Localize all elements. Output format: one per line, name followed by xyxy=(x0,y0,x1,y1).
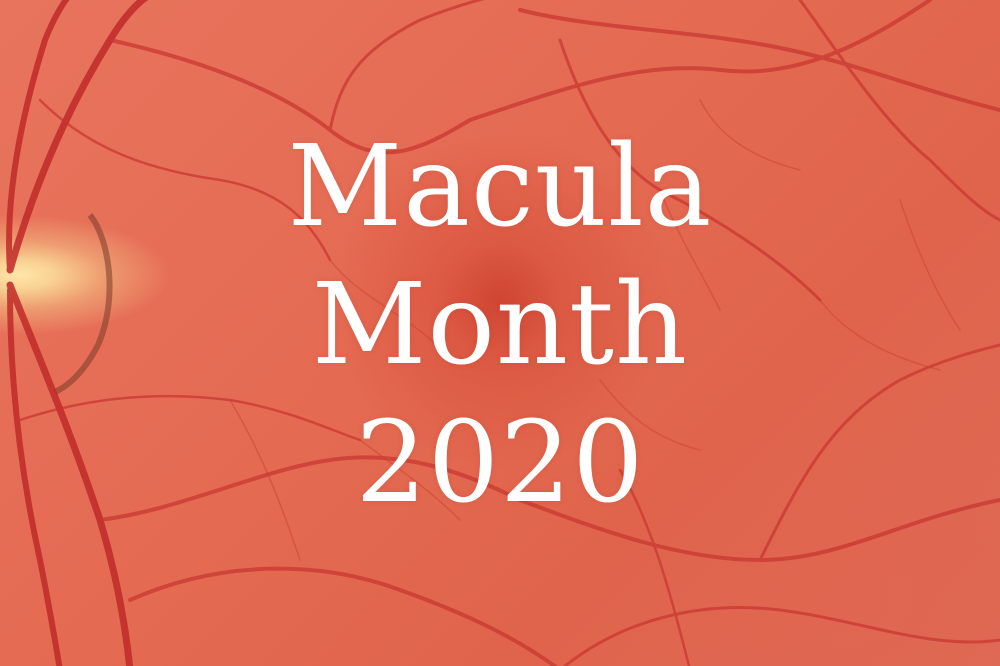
vessel-branch xyxy=(562,606,1000,666)
vessel-branch xyxy=(328,0,485,132)
vessel-branch xyxy=(128,566,558,666)
title-line-1: Macula xyxy=(287,122,713,252)
retina-background-image: Macula Month 2020 xyxy=(0,0,1000,666)
page-title: Macula Month 2020 xyxy=(0,118,1000,532)
vessel-branch xyxy=(468,0,932,122)
title-line-3: 2020 xyxy=(355,398,645,528)
vessel-branch xyxy=(518,8,1000,112)
title-line-2: Month xyxy=(311,260,689,390)
